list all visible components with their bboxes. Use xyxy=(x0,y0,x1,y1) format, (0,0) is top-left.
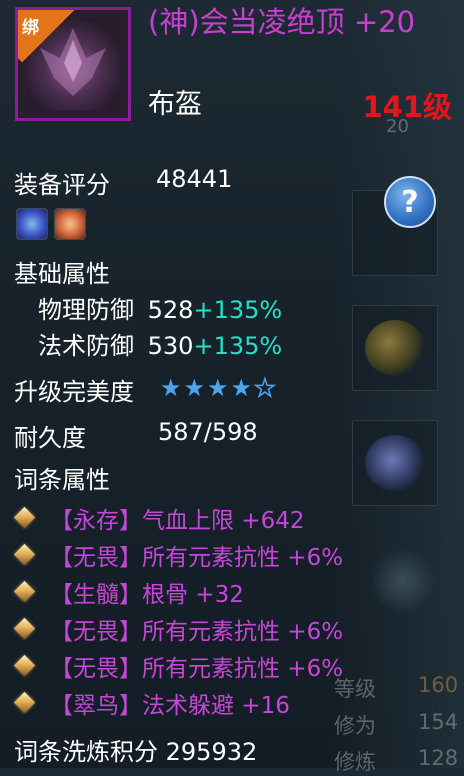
magic-defense-row: 法术防御 530+135% xyxy=(38,326,282,361)
affix-tag: 【无畏】 xyxy=(50,656,142,682)
diamond-icon xyxy=(14,618,36,640)
magic-defense-bonus: +135% xyxy=(193,332,283,360)
perfection-label: 升级完美度 xyxy=(14,378,134,406)
diamond-icon xyxy=(14,544,36,566)
magic-defense-label: 法术防御 xyxy=(38,332,134,360)
durability-value: 587/598 xyxy=(158,418,258,446)
magic-defense-value: 530 xyxy=(147,332,194,360)
diamond-icon xyxy=(14,655,36,677)
affix-tag: 【生髓】 xyxy=(50,582,142,608)
affix-text: 所有元素抗性 +6% xyxy=(142,656,344,682)
affix-row: 【无畏】 所有元素抗性 +6% xyxy=(14,538,343,572)
affix-row: 【生髓】 根骨 +32 xyxy=(14,575,244,609)
affix-row: 【翠鸟】 法术躲避 +16 xyxy=(14,686,290,720)
affix-text: 所有元素抗性 +6% xyxy=(142,545,344,571)
affix-text: 气血上限 +642 xyxy=(142,508,305,534)
star-icon: ★ xyxy=(253,373,276,403)
perfection-stars: ★ ★ ★ ★ ★ xyxy=(160,373,276,403)
affix-row: 【无畏】 所有元素抗性 +6% xyxy=(14,649,343,683)
affix-tag: 【无畏】 xyxy=(50,545,142,571)
background-orb-icon xyxy=(370,548,436,614)
slot-item-icon xyxy=(365,320,425,376)
base-attributes-heading: 基础属性 xyxy=(14,260,110,288)
background-cultivation-value: 154 xyxy=(418,710,459,734)
affix-tag: 【无畏】 xyxy=(50,619,142,645)
refine-points-value: 295932 xyxy=(165,738,258,766)
blue-gem-icon[interactable] xyxy=(16,208,48,240)
orange-gem-icon[interactable] xyxy=(54,208,86,240)
background-level-value: 160 xyxy=(418,673,459,697)
diamond-icon xyxy=(14,581,36,603)
slot-item-icon xyxy=(365,435,425,491)
bound-badge: 绑 xyxy=(18,10,76,68)
item-name: (神)会当凌绝顶 +20 xyxy=(148,5,416,39)
affix-row: 【永存】 气血上限 +642 xyxy=(14,501,304,535)
physical-defense-label: 物理防御 xyxy=(38,296,134,324)
item-icon: 绑 xyxy=(15,7,131,121)
star-icon: ★ xyxy=(230,374,253,402)
affix-heading: 词条属性 xyxy=(14,466,110,494)
background-cultivation-label: 修为 xyxy=(334,714,376,738)
background-bottom-label: 修炼 xyxy=(334,750,376,774)
background-slot xyxy=(352,305,438,391)
physical-defense-bonus: +135% xyxy=(193,296,283,324)
refine-points-label: 词条洗炼积分 xyxy=(14,738,158,766)
durability-label: 耐久度 xyxy=(14,424,86,452)
item-type: 布盔 xyxy=(148,89,202,120)
affix-text: 根骨 +32 xyxy=(142,582,244,608)
diamond-icon xyxy=(14,507,36,529)
affix-text: 法术躲避 +16 xyxy=(142,693,290,719)
item-level: 141级 xyxy=(362,90,452,124)
help-button[interactable]: ? xyxy=(384,176,436,228)
refine-points-row: 词条洗炼积分 295932 xyxy=(14,732,257,767)
physical-defense-row: 物理防御 528+135% xyxy=(38,290,282,325)
star-icon: ★ xyxy=(207,374,229,402)
score-label: 装备评分 xyxy=(14,171,110,199)
background-slot xyxy=(352,420,438,506)
affix-text: 所有元素抗性 +6% xyxy=(142,619,344,645)
physical-defense-value: 528 xyxy=(147,296,194,324)
diamond-icon xyxy=(14,692,36,714)
background-bottom-value: 128 xyxy=(418,746,459,770)
affix-tag: 【翠鸟】 xyxy=(50,693,142,719)
star-icon: ★ xyxy=(160,374,182,402)
affix-row: 【无畏】 所有元素抗性 +6% xyxy=(14,612,343,646)
score-value: 48441 xyxy=(156,165,233,193)
affix-tag: 【永存】 xyxy=(50,508,142,534)
star-icon: ★ xyxy=(183,374,206,402)
